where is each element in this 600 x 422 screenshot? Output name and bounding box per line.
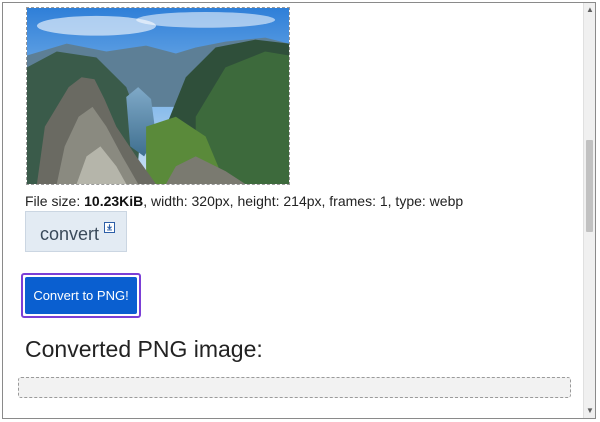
page-content: File size: 10.23KiB, width: 320px, heigh… — [3, 3, 585, 418]
convert-download-link[interactable]: convert — [25, 211, 127, 252]
landscape-image — [27, 8, 289, 184]
scroll-thumb[interactable] — [586, 140, 593, 232]
convert-to-png-button[interactable]: Convert to PNG! — [25, 277, 137, 314]
vertical-scrollbar[interactable]: ▲ ▼ — [583, 3, 595, 418]
source-image-preview — [26, 7, 290, 185]
convert-link-label: convert — [40, 224, 100, 244]
scroll-down-arrow-icon[interactable]: ▼ — [584, 404, 595, 418]
file-info-details: , width: 320px, height: 214px, frames: 1… — [143, 193, 464, 209]
file-size-value: 10.23KiB — [84, 193, 144, 209]
file-info: File size: 10.23KiB, width: 320px, heigh… — [25, 193, 463, 209]
file-info-prefix: File size: — [25, 193, 85, 209]
scroll-up-arrow-icon[interactable]: ▲ — [584, 3, 595, 17]
browser-frame: File size: 10.23KiB, width: 320px, heigh… — [2, 2, 596, 419]
converted-image-placeholder — [18, 377, 571, 398]
result-heading: Converted PNG image: — [25, 336, 263, 362]
download-icon — [104, 222, 115, 233]
